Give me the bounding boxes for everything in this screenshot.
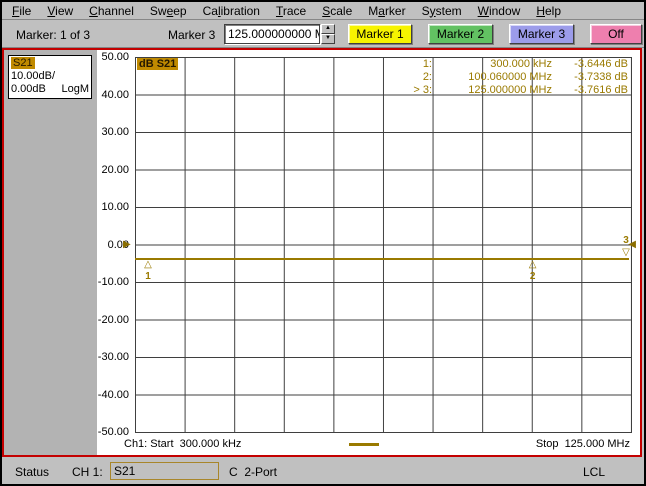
marker-3-number: 3 bbox=[623, 235, 629, 247]
y-tick-label: 10.00 bbox=[101, 201, 129, 213]
trace-scale-label: 10.00dB/ bbox=[11, 70, 56, 82]
trace-format-label: LogM bbox=[61, 83, 89, 95]
menu-item-trace[interactable]: Trace bbox=[268, 3, 314, 19]
menu-item-file[interactable]: File bbox=[4, 3, 39, 19]
marker-readout-row: 2: 100.060000 MHz -3.7338 dB bbox=[422, 71, 628, 83]
off-button[interactable]: Off bbox=[590, 24, 642, 44]
trace-legend-dash bbox=[349, 443, 379, 446]
marker-2-symbol[interactable]: △ bbox=[526, 260, 540, 270]
menu-bar: File View Channel Sweep Calibration Trace Scal… bbox=[2, 2, 644, 20]
cal-status-label: C 2-Port bbox=[229, 465, 278, 479]
marker-readouts: 1: 300.000 kHz -3.6446 dB 2: 100.060000 MHz -… bbox=[400, 58, 628, 97]
trace-ref-label: 0.00dB bbox=[11, 83, 46, 95]
menu-item-window[interactable]: Window bbox=[470, 3, 529, 19]
marker-1-button[interactable]: Marker 1 bbox=[348, 24, 412, 44]
marker-buttons: Marker 1 Marker 2 Marker 3 Off bbox=[2, 21, 644, 47]
graticule[interactable]: dB S21 1: 300.000 kHz -3.6446 dB 2: 100.0600… bbox=[123, 57, 636, 433]
menu-item-sweep[interactable]: Sweep bbox=[142, 3, 195, 19]
menu-item-marker[interactable]: Marker bbox=[360, 3, 413, 19]
menu-item-scale[interactable]: Scale bbox=[314, 3, 360, 19]
y-tick-label: 20.00 bbox=[101, 163, 129, 176]
menu-item-channel[interactable]: Channel bbox=[81, 3, 142, 19]
active-trace-box[interactable]: S21 bbox=[110, 462, 219, 480]
status-label: Status bbox=[15, 465, 50, 479]
trace-name-highlight[interactable]: S21 bbox=[11, 57, 35, 69]
menu-item-view[interactable]: View bbox=[39, 3, 81, 19]
x-axis-row: Ch1: Start 300.000 kHz Stop 125.000 MHz bbox=[97, 436, 640, 454]
marker-2-button[interactable]: Marker 2 bbox=[428, 24, 493, 44]
channel-label: CH 1: bbox=[72, 465, 103, 479]
marker-readout-row: 1: 300.000 kHz -3.6446 dB bbox=[422, 58, 628, 70]
menu-item-system[interactable]: System bbox=[414, 3, 470, 19]
menu-item-help[interactable]: Help bbox=[528, 3, 569, 19]
y-tick-label: 30.00 bbox=[101, 126, 129, 138]
menu-item-calibration[interactable]: Calibration bbox=[195, 3, 268, 19]
lcl-label: LCL bbox=[583, 465, 606, 479]
marker-toolbar: Marker: 1 of 3 Marker 3 125.000000000 MH… bbox=[2, 21, 644, 48]
vna-app-window: File View Channel Sweep Calibration Trace Scal… bbox=[0, 0, 646, 486]
start-frequency-label: Ch1: Start 300.000 kHz bbox=[124, 438, 242, 450]
trace-sidebar: S21 10.00dB/ 0.00dB LogM bbox=[4, 50, 97, 455]
marker-2-number: 2 bbox=[529, 271, 536, 283]
y-tick-label: 50.00 bbox=[101, 51, 129, 63]
y-tick-label: 40.00 bbox=[101, 88, 129, 101]
marker-3-button[interactable]: Marker 3 bbox=[509, 24, 574, 44]
marker-1-number: 1 bbox=[145, 270, 151, 282]
y-tick-label: -40.00 bbox=[97, 388, 129, 401]
marker-3-symbol[interactable]: ▽ bbox=[619, 248, 633, 258]
y-tick-label: -20.00 bbox=[97, 313, 129, 326]
trace-badge: dB S21 bbox=[137, 58, 179, 70]
plot-region: 50.00 40.00 30.00 20.00 10.00 0.00 -10.00 -20.0… bbox=[97, 50, 640, 455]
trace-line bbox=[135, 257, 629, 260]
status-bar: Status CH 1: S21 C 2-Port LCL bbox=[2, 459, 644, 484]
y-tick-label: -10.00 bbox=[97, 276, 129, 288]
window-inner: File View Channel Sweep Calibration Trace Scal… bbox=[2, 2, 644, 484]
y-tick-label: -30.00 bbox=[97, 351, 129, 363]
marker-1-symbol[interactable]: △ bbox=[141, 259, 155, 270]
y-axis-labels: 50.00 40.00 30.00 20.00 10.00 0.00 -10.00 -20.0… bbox=[97, 50, 131, 455]
ref-level-indicator-left: ▶ bbox=[123, 239, 131, 250]
channel-display: S21 10.00dB/ 0.00dB LogM 50.00 40.00 30.00… bbox=[2, 48, 642, 457]
trace-status-box[interactable]: S21 10.00dB/ 0.00dB LogM bbox=[8, 55, 92, 99]
stop-frequency-label: Stop 125.000 MHz bbox=[535, 438, 630, 450]
marker-readout-row: > 3: 125.000000 MHz -3.7616 dB bbox=[413, 84, 628, 96]
